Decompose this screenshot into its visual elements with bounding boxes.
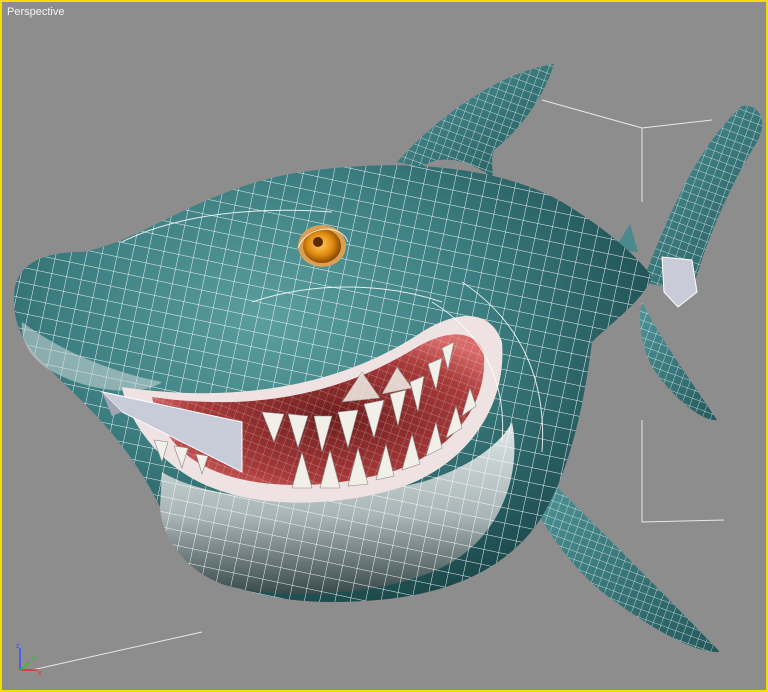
svg-text:z: z	[16, 643, 20, 650]
pectoral-fin	[532, 472, 720, 653]
svg-text:x: x	[38, 670, 42, 676]
scene-canvas[interactable]	[2, 2, 766, 690]
axis-tripod-icon: z y x	[16, 643, 42, 676]
svg-text:y: y	[32, 655, 36, 662]
dorsal-fin	[397, 64, 554, 177]
perspective-viewport[interactable]: Perspective z y x	[0, 0, 768, 692]
